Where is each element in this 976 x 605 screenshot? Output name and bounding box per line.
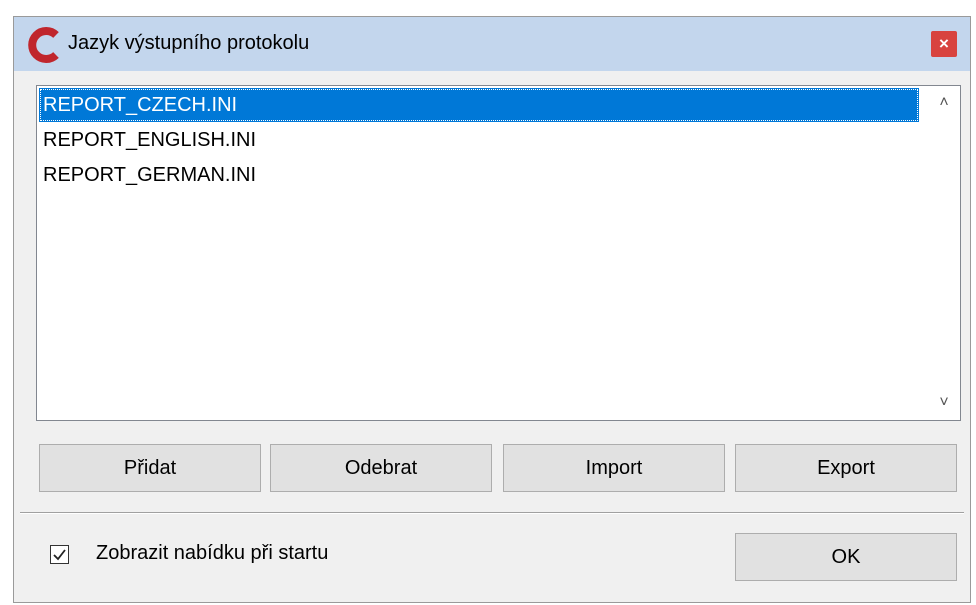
export-button[interactable]: Export xyxy=(735,444,957,492)
dialog-window: Jazyk výstupního protokolu × REPORT_CZEC… xyxy=(13,16,971,603)
separator xyxy=(20,512,964,514)
import-button[interactable]: Import xyxy=(503,444,725,492)
close-button[interactable]: × xyxy=(931,31,957,57)
list-item[interactable]: REPORT_ENGLISH.INI xyxy=(39,123,919,157)
startup-checkbox-label[interactable]: Zobrazit nabídku při startu xyxy=(96,542,328,565)
scroll-down-button[interactable]: ˅ xyxy=(929,388,959,418)
checkmark-icon xyxy=(53,549,66,561)
app-logo-icon xyxy=(28,27,59,63)
window-title: Jazyk výstupního protokolu xyxy=(68,32,310,54)
startup-checkbox[interactable] xyxy=(50,545,69,564)
title-bar[interactable]: Jazyk výstupního protokolu × xyxy=(14,17,970,71)
ok-button[interactable]: OK xyxy=(735,533,957,581)
scroll-up-button[interactable]: ˄ xyxy=(929,88,959,118)
language-listbox[interactable]: REPORT_CZECH.INI REPORT_ENGLISH.INI REPO… xyxy=(36,85,961,421)
remove-button[interactable]: Odebrat xyxy=(270,444,492,492)
list-item[interactable]: REPORT_CZECH.INI xyxy=(39,88,919,122)
list-item[interactable]: REPORT_GERMAN.INI xyxy=(39,158,919,192)
add-button[interactable]: Přidat xyxy=(39,444,261,492)
